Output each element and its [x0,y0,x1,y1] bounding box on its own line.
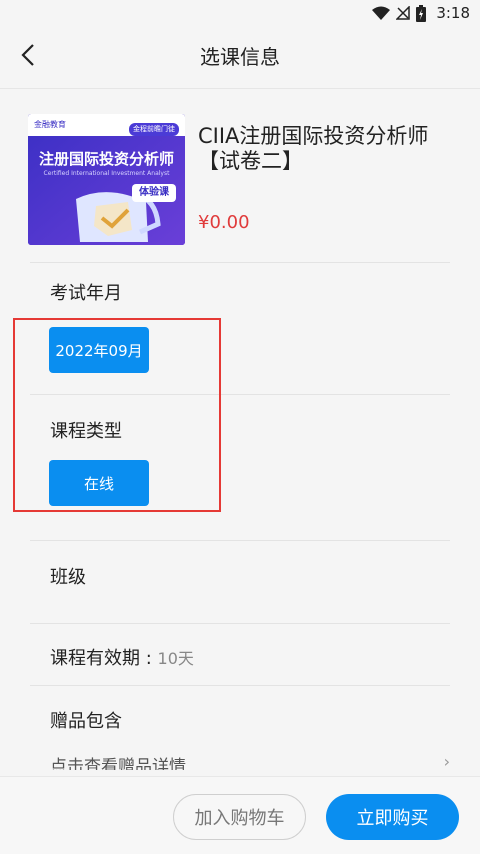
buy-now-button[interactable]: 立即购买 [326,794,459,840]
divider [30,262,450,263]
validity-label: 课程有效期 : [50,648,158,669]
battery-charging-icon [416,4,427,22]
status-bar: 3:18 [0,0,480,26]
cover-tag: 金程前瞻门徒 [129,123,179,136]
status-time: 3:18 [436,4,470,22]
page-title: 选课信息 [200,45,280,69]
cover-badge: 体验课 [132,184,176,202]
highlight-box [13,318,221,512]
exam-month-label: 考试年月 [50,283,122,304]
cover-headline: 注册国际投资分析师 [38,150,174,168]
bottom-action-bar: 加入购物车 立即购买 [0,776,480,854]
cover-brand: 金融教育 [34,120,66,129]
add-to-cart-button[interactable]: 加入购物车 [173,794,306,840]
divider [30,623,450,624]
validity-row: 课程有效期 : 10天 [50,644,194,670]
gift-detail-link[interactable]: 点击查看赠品详情 › [50,748,450,770]
wifi-icon [372,6,391,20]
chevron-right-icon: › [443,752,450,770]
gift-detail-text: 点击查看赠品详情 [50,757,186,770]
divider [30,685,450,686]
no-signal-icon [396,6,411,20]
status-icons: 3:18 [372,4,470,22]
validity-value: 10天 [157,649,194,668]
header-divider [0,88,480,89]
app-bar: 选课信息 [0,26,480,84]
gifts-label: 赠品包含 [50,711,122,732]
cover-subtitle: Certified International Investment Analy… [43,170,170,177]
product-name: CIIA注册国际投资分析师【试卷二】 [198,124,429,173]
divider [30,540,450,541]
course-cover-image: 金融教育 金程前瞻门徒 注册国际投资分析师 Certified Internat… [28,114,185,245]
product-price: ¥0.00 [198,212,250,233]
class-label: 班级 [50,567,86,588]
